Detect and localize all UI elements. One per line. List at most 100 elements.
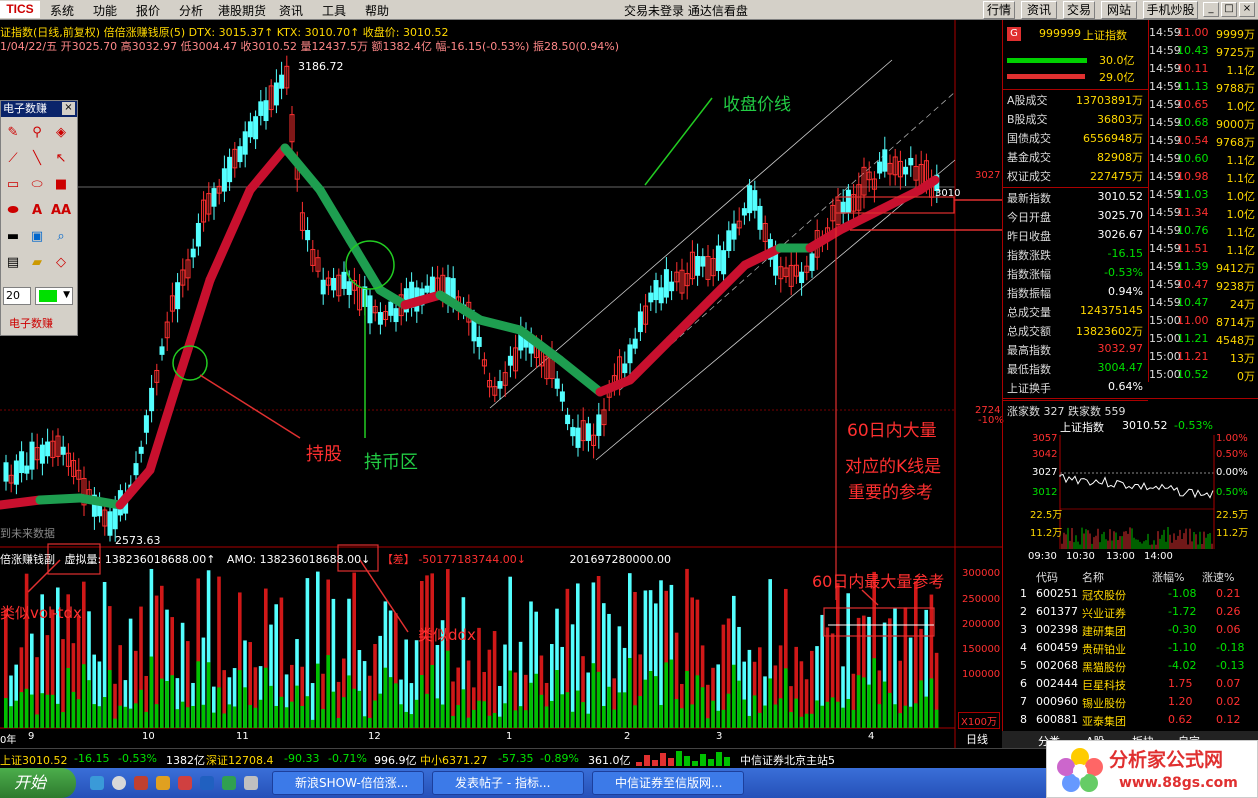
quote-row-label: 总成交量 xyxy=(1007,306,1051,319)
app-quicklaunch-icon[interactable] xyxy=(134,776,148,790)
menu-system[interactable]: 系统 xyxy=(50,2,74,19)
start-button[interactable]: 开始 xyxy=(0,768,76,798)
ranking-row[interactable]: 4 600459 贵研铂业 -1.10 -0.18 xyxy=(1002,639,1258,657)
ranking-pct: -1.72 xyxy=(1168,605,1197,618)
low-price-label: 2573.63 xyxy=(115,534,161,547)
arrow-icon[interactable]: ↖ xyxy=(51,149,71,169)
menu-news[interactable]: 资讯 xyxy=(279,2,303,19)
quote-row: 总成交额 13823602万 xyxy=(1007,321,1145,340)
taskbar-task-sina[interactable]: 新浪SHOW-倍倍涨... xyxy=(272,771,424,795)
word-quicklaunch-icon[interactable] xyxy=(200,776,214,790)
ranking-row[interactable]: 5 002068 黑猫股份 -4.02 -0.13 xyxy=(1002,657,1258,675)
rectangle-icon[interactable]: ▭ xyxy=(3,175,23,195)
volume-bar-segment xyxy=(399,704,403,728)
taskbar-task-citic[interactable]: 中信证券至信版网... xyxy=(592,771,744,795)
filled-rectangle-icon[interactable]: ■ xyxy=(51,175,71,195)
volume-bar-segment xyxy=(872,658,876,728)
menu-tools[interactable]: 工具 xyxy=(322,2,346,19)
ranking-row[interactable]: 7 000960 锡业股份 1.20 0.02 xyxy=(1002,693,1258,711)
tick-price: 10.47 xyxy=(1177,278,1209,291)
fill-icon[interactable]: ▬ xyxy=(3,227,23,247)
line-icon[interactable]: ╲ xyxy=(27,149,47,169)
browser-quicklaunch-icon[interactable] xyxy=(90,776,104,790)
text-size-icon[interactable]: AA xyxy=(51,201,71,221)
color-picker[interactable]: ▼ xyxy=(35,287,73,305)
period-label[interactable]: 日线 xyxy=(966,731,988,747)
ranking-row[interactable]: 2 601377 兴业证券 -1.72 0.26 xyxy=(1002,603,1258,621)
candle-body xyxy=(367,295,373,324)
tick-time: 14:59 xyxy=(1149,188,1181,201)
candle-body xyxy=(258,101,264,116)
x-axis-label-10: 10 xyxy=(142,731,155,742)
filled-ellipse-icon[interactable]: ⬬ xyxy=(3,201,23,221)
tool-close-icon[interactable]: × xyxy=(62,102,75,115)
tick-volume: 9412万 xyxy=(1216,262,1255,275)
brush-icon[interactable]: ⟋ xyxy=(3,149,23,169)
ranking-row[interactable]: 6 002444 巨星科技 1.75 0.07 xyxy=(1002,675,1258,693)
tick-row: 14:59 11.00 9999万 xyxy=(1149,26,1258,44)
candle-body xyxy=(715,245,721,272)
drawing-tools-window[interactable]: 电子数赚 × ✎ ⚲ ◈ ⟋ ╲ ↖ ▭ ⬭ ■ ⬬ A AA ▬ ▣ ⌕ ▤ ▰… xyxy=(0,100,78,336)
candle-body xyxy=(263,100,269,122)
candle-body xyxy=(585,423,591,441)
volume-bar-segment xyxy=(331,691,336,728)
market-bar xyxy=(708,759,714,766)
btn-market[interactable]: 行情 xyxy=(983,1,1015,19)
ranking-header-cell: 涨速% xyxy=(1202,571,1235,584)
tool-quicklaunch-icon[interactable] xyxy=(244,776,258,790)
tick-list[interactable]: 14:59 11.00 9999万 14:59 10.43 9725万 14:59 10.11… xyxy=(1148,20,1258,383)
ranking-index: 7 xyxy=(1020,695,1027,708)
open-icon[interactable]: ▰ xyxy=(27,253,47,273)
btn-info[interactable]: 资讯 xyxy=(1021,1,1057,19)
tdx-quicklaunch-icon[interactable] xyxy=(178,776,192,790)
ranking-row[interactable]: 3 002398 建研集团 -0.30 0.06 xyxy=(1002,621,1258,639)
candle-body xyxy=(845,189,851,214)
menu-quote[interactable]: 报价 xyxy=(136,2,160,19)
kline-chart[interactable] xyxy=(0,20,1002,748)
image-icon[interactable]: ▣ xyxy=(27,227,47,247)
media-quicklaunch-icon[interactable] xyxy=(156,776,170,790)
menu-function[interactable]: 功能 xyxy=(93,2,117,19)
volume-bar-segment xyxy=(347,675,351,728)
quote-row: 指数涨跌 -16.15 xyxy=(1007,245,1145,264)
text-icon[interactable]: A xyxy=(27,201,47,221)
paint-bucket-icon[interactable]: ◈ xyxy=(51,123,71,143)
ranking-table[interactable]: 代码 名称 涨幅% 涨速% 1 600251 冠农股份 -1.08 0.21 2 601377 兴业证… xyxy=(1002,565,1258,735)
minimize-icon[interactable]: _ xyxy=(1203,2,1219,17)
volume-bar-segment xyxy=(212,712,216,728)
menu-help[interactable]: 帮助 xyxy=(365,2,389,19)
ranking-code: 002068 xyxy=(1036,659,1078,672)
taskbar-task-post[interactable]: 发表帖子 - 指标... xyxy=(432,771,584,795)
status-zx-change: -57.35 xyxy=(498,752,534,765)
close-icon[interactable]: × xyxy=(1239,2,1255,17)
ranking-row[interactable]: 1 600251 冠农股份 -1.08 0.21 xyxy=(1002,585,1258,603)
tick-row: 14:59 10.60 1.1亿 xyxy=(1149,152,1258,170)
drawing-tools-title[interactable]: 电子数赚 × xyxy=(1,101,77,117)
line-width-select[interactable]: 20 xyxy=(3,287,31,305)
zoom-icon[interactable]: ⌕ xyxy=(51,227,71,247)
eyedropper-icon[interactable]: ⚲ xyxy=(27,123,47,143)
volume-bar-segment xyxy=(118,705,122,728)
volume-bar-segment xyxy=(602,705,606,728)
btn-mobile[interactable]: 手机炒股 xyxy=(1143,1,1198,19)
menu-hk-futures[interactable]: 港股期货 xyxy=(218,2,266,19)
btn-trade[interactable]: 交易 xyxy=(1063,1,1095,19)
sheet-quicklaunch-icon[interactable] xyxy=(222,776,236,790)
mini-intraday-chart[interactable]: 上证指数 3010.52 -0.53% 3057 3042 3027 3012 … xyxy=(1002,398,1258,564)
menu-analysis[interactable]: 分析 xyxy=(179,2,203,19)
volume-bar-segment xyxy=(295,685,299,728)
tick-volume: 13万 xyxy=(1230,352,1255,365)
mini-time-3: 14:00 xyxy=(1144,551,1173,562)
ellipse-icon[interactable]: ⬭ xyxy=(27,175,47,195)
volume-bar-segment xyxy=(622,692,627,728)
volume-bar-segment xyxy=(841,707,845,728)
volume-bar-segment xyxy=(794,698,798,728)
btn-website[interactable]: 网站 xyxy=(1101,1,1137,19)
eraser-icon[interactable]: ◇ xyxy=(51,253,71,273)
mini-right-5: 11.2万 xyxy=(1216,528,1249,539)
ranking-row[interactable]: 8 600881 亚泰集团 0.62 0.12 xyxy=(1002,711,1258,729)
maximize-icon[interactable]: □ xyxy=(1221,2,1237,17)
save-icon[interactable]: ▤ xyxy=(3,253,23,273)
desktop-quicklaunch-icon[interactable] xyxy=(112,776,126,790)
pencil-icon[interactable]: ✎ xyxy=(3,123,23,143)
